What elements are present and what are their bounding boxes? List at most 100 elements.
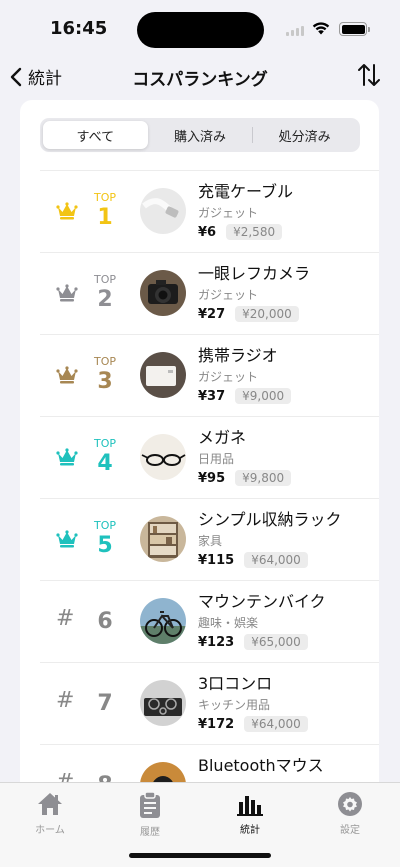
item-name: 充電ケーブル — [198, 182, 294, 201]
hash-icon: # — [56, 606, 75, 631]
ranking-row[interactable]: TOP 1 充電ケーブル ガジェット ¥6 ¥2,580 — [40, 170, 379, 252]
top-label: TOP — [93, 191, 116, 204]
item-name: Bluetoothマウス — [198, 756, 324, 775]
item-thumbnail — [140, 680, 186, 726]
ranking-row[interactable]: # 6 マウンテンバイク 趣味・娯楽 ¥123 ¥65,000 — [40, 580, 379, 662]
top-label: TOP — [93, 273, 116, 286]
item-thumbnail — [140, 516, 186, 562]
rank-number: 7 — [97, 691, 113, 716]
home-icon — [38, 793, 62, 815]
rank-badge: 6 — [90, 601, 120, 635]
item-original-price: ¥9,800 — [235, 470, 292, 486]
tab-label: 統計 — [240, 825, 260, 836]
item-category: 家具 — [198, 534, 223, 548]
segment-disposed[interactable]: 処分済み — [252, 121, 357, 149]
item-original-price: ¥64,000 — [244, 716, 308, 732]
crown-icon — [56, 366, 78, 384]
item-cost-per-use: ¥95 — [198, 470, 226, 486]
wifi-icon — [312, 22, 330, 35]
rank-badge: 7 — [90, 683, 120, 717]
crown-icon — [56, 530, 78, 548]
item-category: ガジェット — [198, 288, 259, 302]
item-thumbnail — [140, 352, 186, 398]
tab-label: ホーム — [35, 825, 65, 836]
ranking-row[interactable]: TOP 5 シンプル収納ラック 家具 ¥115 ¥64,000 — [40, 498, 379, 580]
page-title: コスパランキング — [132, 70, 268, 90]
tab-label: 履歴 — [140, 827, 160, 838]
rank-badge: TOP 2 — [90, 273, 120, 313]
segment-purchased[interactable]: 購入済み — [148, 121, 253, 149]
home-indicator — [129, 853, 271, 858]
top-label: TOP — [93, 437, 116, 450]
item-cost-per-use: ¥172 — [198, 716, 235, 732]
item-original-price: ¥64,000 — [244, 552, 308, 568]
item-thumbnail — [140, 434, 186, 480]
item-cost-per-use: ¥123 — [198, 634, 235, 650]
sort-arrows-icon — [358, 64, 380, 86]
item-thumbnail — [140, 598, 186, 644]
crown-icon — [56, 202, 78, 220]
tab-settings[interactable]: 設定 — [300, 783, 400, 867]
item-info: メガネ 日用品 ¥95 ¥9,800 — [198, 427, 292, 486]
item-category: 日用品 — [198, 452, 235, 466]
ranking-row[interactable]: # 7 3口コンロ キッチン用品 ¥172 ¥64,000 — [40, 662, 379, 744]
ranking-row[interactable]: TOP 4 メガネ 日用品 ¥95 ¥9,800 — [40, 416, 379, 498]
rank-number: 1 — [97, 205, 113, 230]
top-label: TOP — [93, 519, 116, 532]
gear-icon — [338, 792, 362, 816]
rank-number: 2 — [97, 287, 113, 312]
item-thumbnail — [140, 270, 186, 316]
item-cost-per-use: ¥27 — [198, 306, 226, 322]
item-original-price: ¥20,000 — [235, 306, 299, 322]
item-info: 携帯ラジオ ガジェット ¥37 ¥9,000 — [198, 345, 292, 404]
item-name: メガネ — [198, 428, 247, 447]
clipboard-icon — [140, 791, 160, 818]
signal-icon — [286, 26, 304, 36]
item-name: マウンテンバイク — [198, 592, 326, 611]
item-name: 一眼レフカメラ — [198, 264, 311, 283]
item-thumbnail — [140, 188, 186, 234]
bar-chart-icon — [237, 796, 263, 816]
hash-icon: # — [56, 688, 75, 713]
item-cost-per-use: ¥115 — [198, 552, 235, 568]
item-category: 趣味・娯楽 — [198, 616, 259, 630]
rank-badge: TOP 4 — [90, 437, 120, 477]
ranking-row[interactable]: TOP 2 一眼レフカメラ ガジェット ¥27 ¥20,000 — [40, 252, 379, 334]
rank-number: 5 — [97, 533, 113, 558]
rank-number: 3 — [97, 369, 113, 394]
sort-button[interactable] — [356, 62, 382, 92]
item-info: マウンテンバイク 趣味・娯楽 ¥123 ¥65,000 — [198, 591, 326, 650]
item-info: 一眼レフカメラ ガジェット ¥27 ¥20,000 — [198, 263, 310, 322]
status-time: 16:45 — [50, 18, 108, 39]
rank-badge: TOP 1 — [90, 191, 120, 231]
dynamic-island — [137, 12, 264, 48]
item-category: ガジェット — [198, 370, 259, 384]
item-name: 3口コンロ — [198, 674, 273, 693]
item-original-price: ¥65,000 — [244, 634, 308, 650]
tab-label: 設定 — [340, 825, 360, 836]
item-cost-per-use: ¥6 — [198, 224, 217, 240]
navigation-bar: 統計 コスパランキング — [0, 56, 400, 98]
crown-icon — [56, 448, 78, 466]
segment-all[interactable]: すべて — [43, 121, 148, 149]
rank-number: 4 — [97, 451, 113, 476]
item-original-price: ¥2,580 — [226, 224, 283, 240]
filter-segmented-control: すべて 購入済み 処分済み — [40, 118, 360, 152]
item-info: 3口コンロ キッチン用品 ¥172 ¥64,000 — [198, 673, 308, 732]
item-info: 充電ケーブル ガジェット ¥6 ¥2,580 — [198, 181, 293, 240]
status-bar: 16:45 — [0, 0, 400, 56]
ranking-row[interactable]: TOP 3 携帯ラジオ ガジェット ¥37 ¥9,000 — [40, 334, 379, 416]
item-info: シンプル収納ラック 家具 ¥115 ¥64,000 — [198, 509, 342, 568]
item-original-price: ¥9,000 — [235, 388, 292, 404]
ranking-list: TOP 1 充電ケーブル ガジェット ¥6 ¥2,580 TOP 2 一眼レフカ… — [20, 170, 379, 800]
item-category: キッチン用品 — [198, 698, 271, 712]
item-info: Bluetoothマウス — [198, 755, 324, 777]
rank-badge: TOP 3 — [90, 355, 120, 395]
battery-icon — [339, 22, 370, 36]
top-label: TOP — [93, 355, 116, 368]
rank-number: 6 — [97, 609, 113, 634]
ranking-card: すべて 購入済み 処分済み TOP 1 充電ケーブル ガジェット ¥6 ¥2,58… — [20, 100, 379, 800]
crown-icon — [56, 284, 78, 302]
tab-home[interactable]: ホーム — [0, 783, 100, 867]
item-cost-per-use: ¥37 — [198, 388, 226, 404]
